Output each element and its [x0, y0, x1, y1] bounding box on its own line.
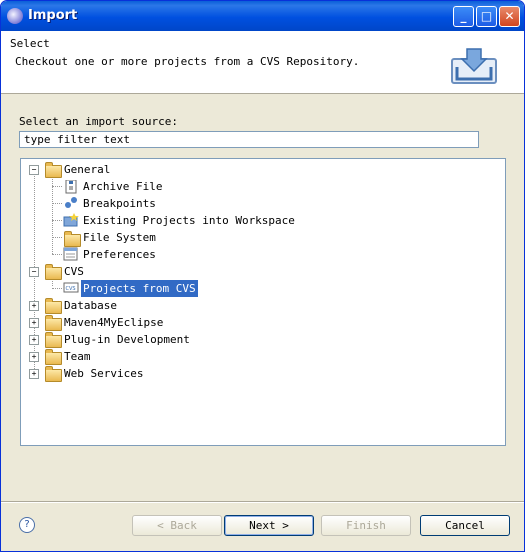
title-bar[interactable]: Import _ □ ✕ — [1, 1, 524, 31]
existing-project-icon — [63, 213, 79, 227]
finish-button[interactable]: Finish — [321, 515, 411, 536]
tree-item-web-services[interactable]: + Web Services — [21, 365, 501, 382]
window-title: Import — [28, 8, 78, 23]
folder-open-icon — [45, 264, 62, 280]
expand-icon[interactable]: + — [29, 352, 39, 362]
tree-item-label: File System — [83, 231, 156, 244]
tree-item-preferences[interactable]: Preferences — [21, 246, 501, 263]
tree-item-label: Projects from CVS — [81, 280, 198, 297]
tree-item-label: Maven4MyEclipse — [64, 316, 164, 329]
folder-icon — [45, 298, 62, 314]
tree-item-file-system[interactable]: File System — [21, 229, 501, 247]
archive-file-icon — [65, 180, 77, 194]
tree-item-existing-projects[interactable]: Existing Projects into Workspace — [21, 212, 501, 229]
tree-item-label: Team — [64, 350, 91, 363]
import-wizard-icon — [451, 48, 497, 84]
folder-icon — [45, 332, 62, 348]
folder-icon — [45, 315, 62, 331]
help-icon[interactable]: ? — [19, 517, 35, 533]
cancel-button[interactable]: Cancel — [420, 515, 510, 536]
folder-open-icon — [45, 162, 62, 178]
tree-item-label: General — [64, 163, 111, 176]
collapse-icon[interactable]: − — [29, 165, 39, 175]
folder-icon — [45, 366, 62, 382]
tree-item-label: Archive File — [83, 180, 163, 193]
wizard-header: Select Checkout one or more projects fro… — [1, 31, 524, 94]
minimize-button[interactable]: _ — [453, 6, 474, 27]
tree-item-team[interactable]: + Team — [21, 348, 501, 365]
wizard-page-title: Select — [10, 37, 50, 50]
tree-item-database[interactable]: + Database — [21, 297, 501, 314]
tree-item-label: Breakpoints — [83, 197, 156, 210]
expand-icon[interactable]: + — [29, 369, 39, 379]
tree-item-cvs[interactable]: − CVS — [21, 263, 501, 280]
maximize-button[interactable]: □ — [476, 6, 497, 27]
collapse-icon[interactable]: − — [29, 267, 39, 277]
back-button[interactable]: < Back — [132, 515, 222, 536]
tree-item-general[interactable]: − General — [21, 161, 501, 178]
folder-icon — [45, 349, 62, 365]
close-button[interactable]: ✕ — [499, 6, 520, 27]
tree-item-label: Plug-in Development — [64, 333, 190, 346]
tree-item-label: Database — [64, 299, 117, 312]
tree-item-archive-file[interactable]: Archive File — [21, 178, 501, 195]
tree-item-label: Preferences — [83, 248, 156, 261]
tree-item-projects-from-cvs[interactable]: CVS Projects from CVS — [21, 280, 501, 297]
expand-icon[interactable]: + — [29, 301, 39, 311]
breakpoints-icon — [65, 197, 77, 208]
tree-item-maven[interactable]: + Maven4MyEclipse — [21, 314, 501, 331]
tree-item-label: Existing Projects into Workspace — [83, 214, 295, 227]
svg-text:CVS: CVS — [66, 286, 76, 292]
wizard-page-description: Checkout one or more projects from a CVS… — [15, 55, 360, 68]
next-button[interactable]: Next > — [224, 515, 314, 536]
button-bar-separator — [1, 501, 524, 503]
import-dialog: Import _ □ ✕ Select Checkout one or more… — [0, 0, 525, 552]
expand-icon[interactable]: + — [29, 335, 39, 345]
filter-input[interactable] — [19, 131, 479, 148]
expand-icon[interactable]: + — [29, 318, 39, 328]
preferences-icon — [63, 247, 78, 261]
import-source-tree[interactable]: − General Archive File Breakpoints Exist… — [20, 158, 506, 446]
cvs-repository-icon: CVS — [63, 282, 79, 293]
tree-item-label: Web Services — [64, 367, 144, 380]
tree-item-plugin-development[interactable]: + Plug-in Development — [21, 331, 501, 348]
tree-item-label: CVS — [64, 265, 84, 278]
tree-item-breakpoints[interactable]: Breakpoints — [21, 195, 501, 212]
import-source-label: Select an import source: — [19, 115, 178, 128]
eclipse-icon — [7, 8, 23, 24]
